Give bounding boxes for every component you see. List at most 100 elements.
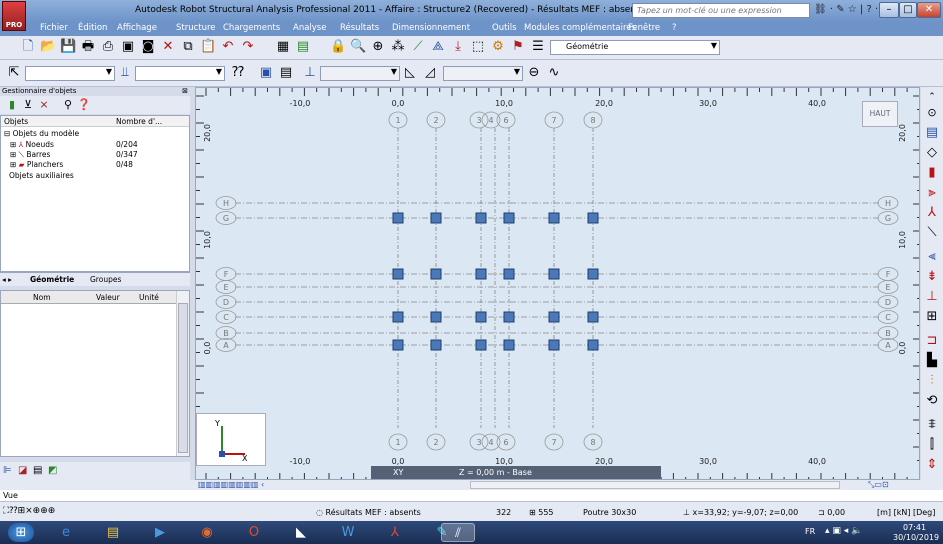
opera-icon[interactable]: O <box>236 523 272 542</box>
menu-fenetre[interactable]: Fenêtre <box>628 23 660 33</box>
word-icon[interactable]: W <box>330 523 366 542</box>
clear-icon[interactable]: ⨯ <box>36 97 52 113</box>
units-label[interactable]: [m] [kN] [Deg] <box>877 508 935 517</box>
undo-icon[interactable]: ↶ <box>220 39 236 55</box>
sections-icon[interactable]: ⬚ <box>470 39 486 55</box>
layout-select[interactable]: Géométrie ▼ <box>550 40 720 55</box>
shape-tool-icon[interactable]: ◇ <box>924 145 940 161</box>
language-indicator[interactable]: FR <box>805 527 815 536</box>
new-file-icon[interactable]: 🗋 <box>20 39 36 55</box>
display-icon[interactable]: ▣ <box>258 65 274 81</box>
translate-tool-icon[interactable]: ⫿ <box>924 437 940 453</box>
open-icon[interactable]: 📂 <box>40 39 56 55</box>
redo-icon[interactable]: ↷ <box>240 39 256 55</box>
menu-modules[interactable]: Modules complémentaires <box>524 23 636 33</box>
status-tools-icon[interactable]: ⛶⁇⊞⨯⊕⊕⊕ <box>3 506 55 516</box>
wall-tool-icon[interactable]: ⫶ <box>924 373 940 389</box>
app-logo-icon[interactable]: PRO <box>2 1 26 31</box>
tree-item-planchers[interactable]: ⊞ ▰ Planchers <box>10 160 63 169</box>
offset-tool-icon[interactable]: ⫷ <box>924 249 940 265</box>
print-icon[interactable]: 🖶 <box>80 39 96 55</box>
node-tool-icon[interactable]: ⊙ <box>924 105 940 121</box>
modes-select[interactable]: ▼ <box>443 66 523 81</box>
case-next-icon[interactable]: ◿ <box>422 65 438 81</box>
menu-structure[interactable]: Structure <box>176 23 216 33</box>
minimize-button[interactable]: – <box>879 2 899 18</box>
bar-tool-icon[interactable]: ▮ <box>924 165 940 181</box>
cases-select[interactable]: ▼ <box>320 66 400 81</box>
layout-icon[interactable]: ☰ <box>530 39 546 55</box>
menu-edition[interactable]: Édition <box>78 23 107 33</box>
copy-icon[interactable]: ⧉ <box>180 39 196 55</box>
results-icon[interactable]: ⚑ <box>510 39 526 55</box>
menu-chargements[interactable]: Chargements <box>223 23 280 33</box>
menu-dimensionnement[interactable]: Dimensionnement <box>392 23 470 33</box>
tab-groupes[interactable]: Groupes <box>90 275 121 284</box>
table-icon[interactable]: ▦ <box>275 39 291 55</box>
camera-icon[interactable]: ◙ <box>140 39 156 55</box>
zoom-tools-icon[interactable]: ⤡▭⊡ <box>868 480 889 490</box>
menu-analyse[interactable]: Analyse <box>293 23 326 33</box>
search-icon[interactable]: ⚲ <box>60 97 76 113</box>
autocad-icon[interactable]: ◣ <box>283 523 319 542</box>
help-search-input[interactable]: Tapez un mot-clé ou une expression <box>632 3 810 18</box>
bars-icon[interactable]: ⟋ <box>410 39 426 55</box>
close-button[interactable]: ✕ <box>917 2 941 18</box>
axis-icon[interactable]: ⊥ <box>302 65 318 81</box>
lock-icon[interactable]: 🔒 <box>330 39 346 55</box>
query-icon[interactable]: ⁇ <box>230 65 246 81</box>
release-tool-icon[interactable]: ⅄ <box>924 205 940 221</box>
tree-aux[interactable]: Objets auxiliaires <box>9 171 74 180</box>
section-tool-icon[interactable]: ⊥ <box>924 289 940 305</box>
tree-item-barres[interactable]: ⊞ ⟍ Barres <box>10 150 50 160</box>
robot-app-icon[interactable]: ⫽ <box>441 523 475 542</box>
calc-notes-icon[interactable]: ▤ <box>295 39 311 55</box>
analysis-icon[interactable]: ⚙ <box>490 39 506 55</box>
screen-capture-icon[interactable]: ▣ <box>120 39 136 55</box>
cut-tool-icon[interactable]: ⇕ <box>924 457 940 473</box>
pin-icon[interactable]: ⊻ <box>20 97 36 113</box>
bar-select-icon[interactable]: ⫫ <box>117 65 133 81</box>
edit-icon[interactable]: ◪ <box>18 465 27 476</box>
close-icon[interactable]: ⊠ <box>182 87 188 95</box>
tree-root[interactable]: ⊟ Objets du modèle <box>4 129 79 138</box>
panel-tool-icon[interactable]: ⊐ <box>924 333 940 349</box>
tab-scroll-icon[interactable]: ◂ ▸ <box>2 275 12 284</box>
structure-view[interactable]: -10,0 0,0 10,0 20,0 30,0 40,0 -10,0 0,0 10,0 20,0… <box>195 87 920 480</box>
section-icon[interactable]: ⊖ <box>526 65 542 81</box>
filter-icon[interactable]: ▮ <box>4 97 20 113</box>
tree-item-noeuds[interactable]: ⊞ ⅄ Noeuds <box>10 140 54 149</box>
grid-tool-icon[interactable]: ⊞ <box>924 309 940 325</box>
nodes-icon[interactable]: ⁂ <box>390 39 406 55</box>
tab-geometrie[interactable]: Géométrie <box>30 275 74 284</box>
line-tool-icon[interactable]: ⟍ <box>924 225 940 241</box>
tree-icon[interactable]: ⊫ <box>3 465 12 476</box>
menu-fichier[interactable]: Fichier <box>40 23 68 33</box>
table-view-icon[interactable]: ▤ <box>33 465 42 476</box>
menu-affichage[interactable]: Affichage <box>117 23 157 33</box>
grid-display-icon[interactable]: ▤ <box>278 65 294 81</box>
loads-icon[interactable]: ⤓ <box>450 39 466 55</box>
view-cube[interactable]: HAUT <box>862 101 898 127</box>
case-prev-icon[interactable]: ◺ <box>402 65 418 81</box>
rotate-tool-icon[interactable]: ⟲ <box>924 393 940 409</box>
paste-icon[interactable]: 📋 <box>200 39 216 55</box>
scroll-up-icon[interactable]: ⌃ <box>924 89 940 105</box>
tray-icons[interactable]: ▴ ▣ ◂ 🔈 <box>825 526 862 536</box>
menu-help[interactable]: ? <box>672 23 677 33</box>
explorer-icon[interactable]: ▤ <box>95 523 131 542</box>
support-tool-icon[interactable]: ⫸ <box>924 185 940 201</box>
menu-resultats[interactable]: Résultats <box>340 23 379 33</box>
table-tool-icon[interactable]: ▤ <box>924 125 940 141</box>
view-plane-bar[interactable]: XY Z = 0,00 m - Base <box>371 466 661 479</box>
view-tools-icon[interactable]: ▥▥▥▥▥▥▥▥ ‹ <box>198 480 264 489</box>
start-button[interactable]: ⊞ <box>8 523 34 542</box>
link-icon[interactable]: ∿ <box>546 65 562 81</box>
node-selection-input[interactable]: ▼ <box>25 66 115 81</box>
supports-icon[interactable]: ⟁ <box>430 39 446 55</box>
delete-icon[interactable]: ✕ <box>160 39 176 55</box>
loads-tool-icon[interactable]: ⇟ <box>924 269 940 285</box>
select-cursor-icon[interactable]: ⇱ <box>6 65 22 81</box>
help-icons[interactable]: ⛓ · ✎ ☆ | ? · <box>814 4 878 15</box>
mirror-tool-icon[interactable]: ⩨ <box>924 417 940 433</box>
